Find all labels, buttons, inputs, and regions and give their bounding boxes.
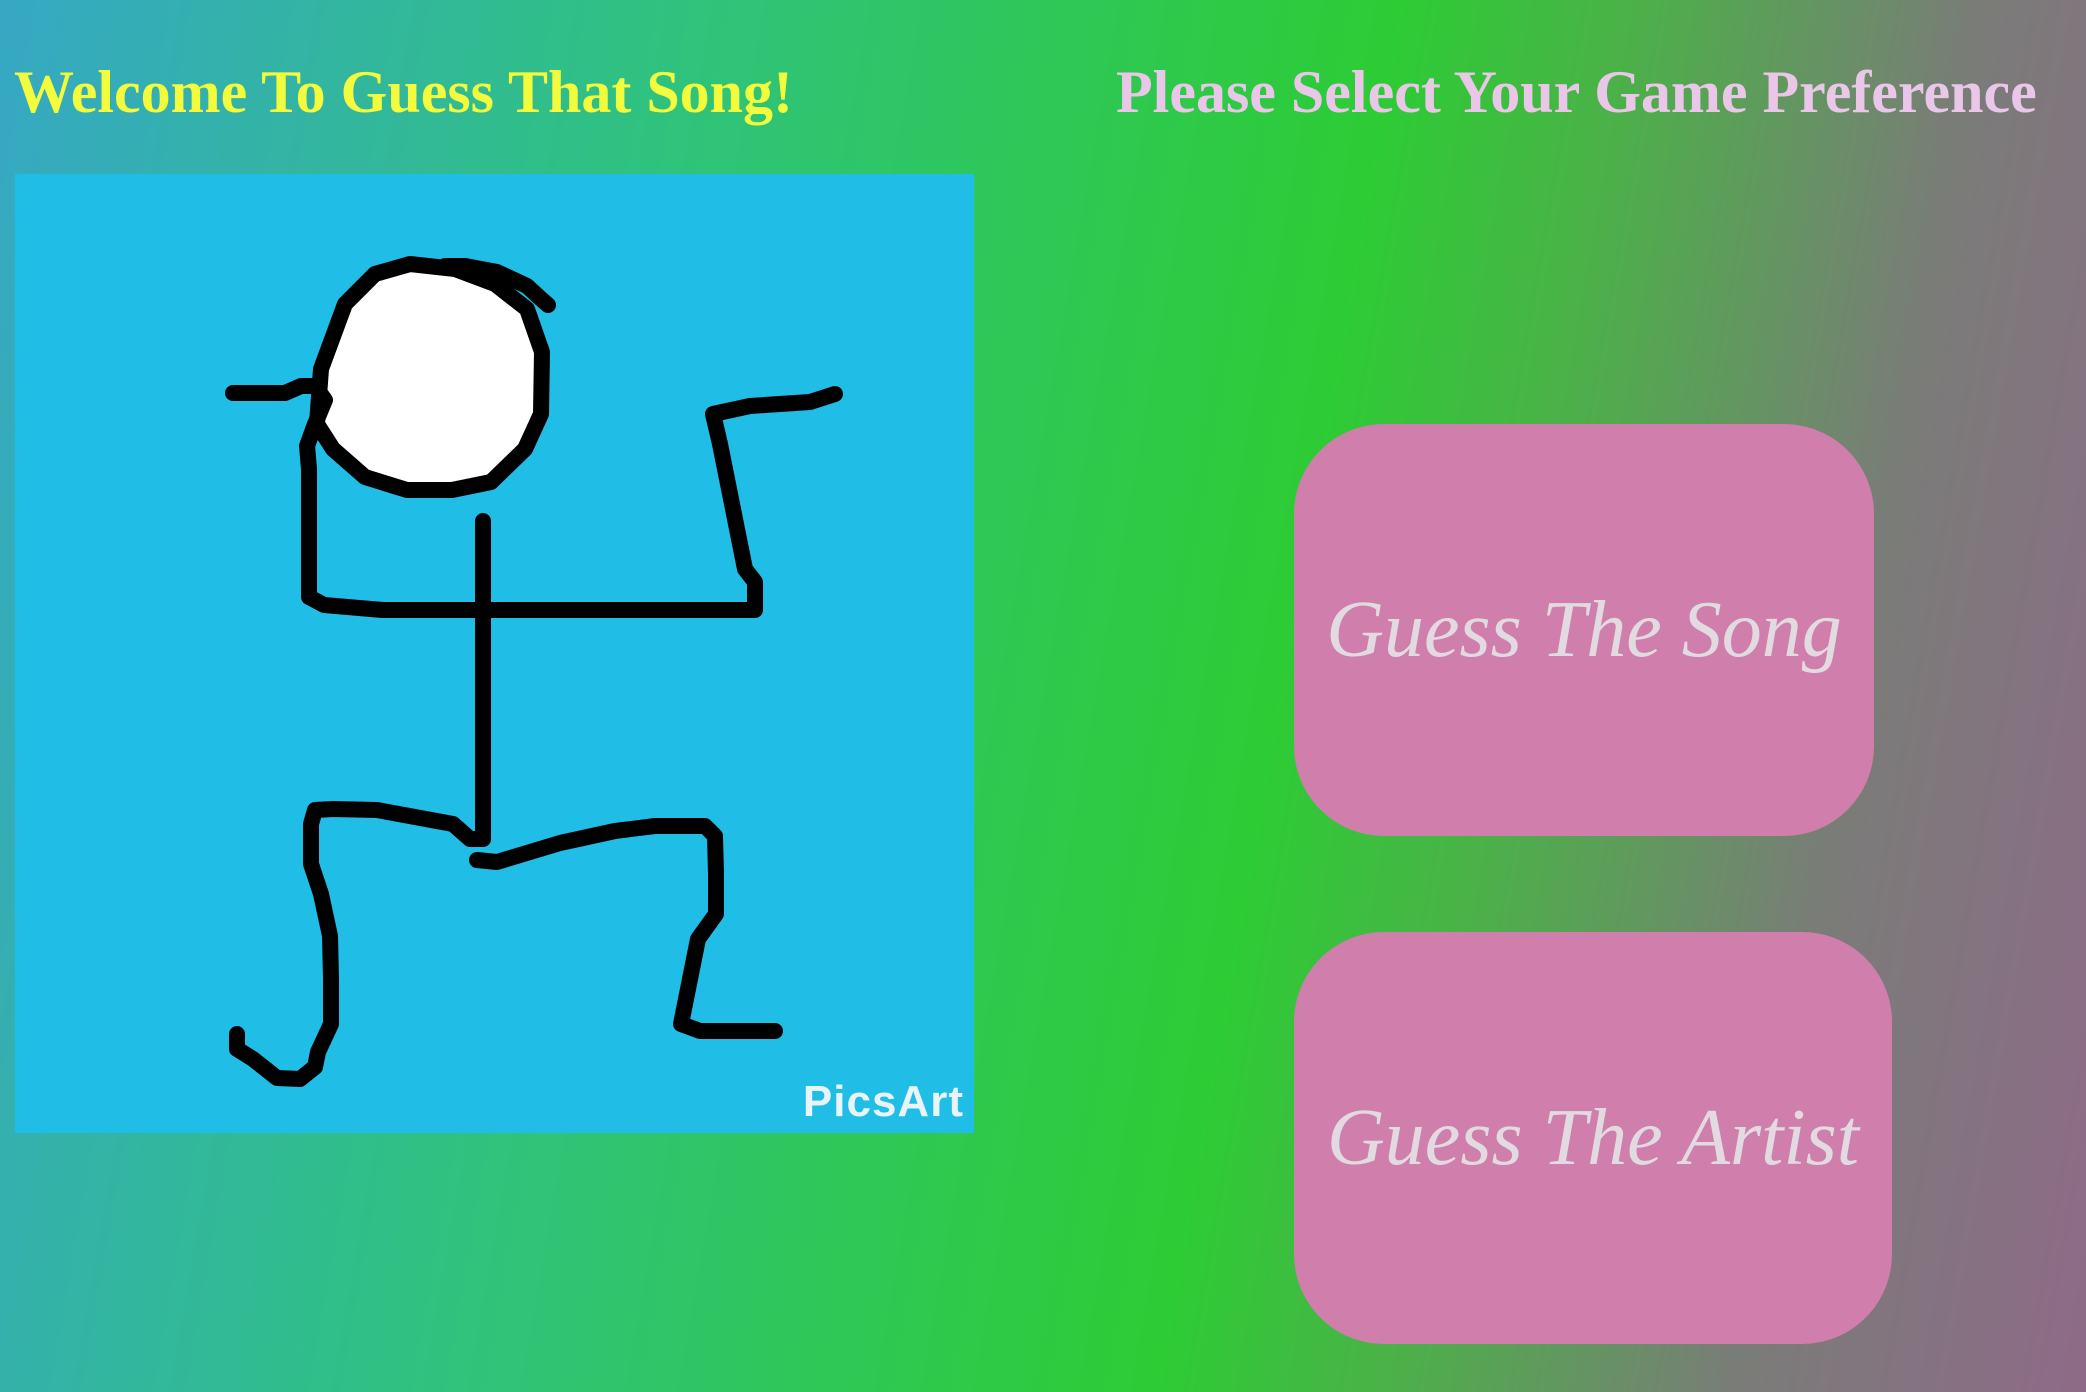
stick-figure-image: PicsArt <box>15 174 974 1133</box>
preference-title: Please Select Your Game Preference <box>1116 59 2037 125</box>
figure-right-leg <box>469 818 783 1039</box>
figure-left-leg <box>229 801 491 1087</box>
picsart-watermark: PicsArt <box>802 1077 964 1126</box>
figure-head <box>309 256 550 498</box>
stick-figure-drawing <box>225 256 843 1087</box>
guess-the-artist-button[interactable]: Guess The Artist <box>1294 932 1892 1344</box>
welcome-title: Welcome To Guess That Song! <box>14 59 794 125</box>
guess-the-song-button[interactable]: Guess The Song <box>1294 424 1874 836</box>
